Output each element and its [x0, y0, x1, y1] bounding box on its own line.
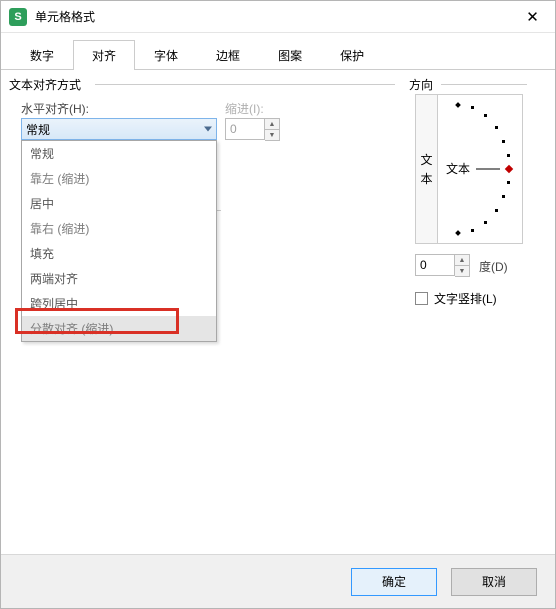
spin-down-icon[interactable]: ▼: [455, 265, 469, 276]
footer: 确定 取消: [1, 554, 555, 608]
indent-spinner[interactable]: ▲ ▼: [225, 118, 280, 141]
dd-option-distributed-indent[interactable]: 分散对齐 (缩进): [22, 316, 216, 341]
horizontal-align-combo[interactable]: 常规: [21, 118, 217, 140]
group-divider-3: [441, 84, 527, 85]
tab-number[interactable]: 数字: [11, 40, 73, 70]
degree-input[interactable]: [415, 254, 455, 276]
spin-up-icon[interactable]: ▲: [265, 119, 279, 129]
dd-option-center-across[interactable]: 跨列居中: [22, 291, 216, 316]
tab-pattern[interactable]: 图案: [259, 40, 321, 70]
dd-option-left-indent[interactable]: 靠左 (缩进): [22, 166, 216, 191]
orientation-dial[interactable]: 文本: [438, 95, 522, 243]
dd-option-center[interactable]: 居中: [22, 191, 216, 216]
spin-up-icon[interactable]: ▲: [455, 255, 469, 265]
indent-spin-buttons: ▲ ▼: [265, 118, 280, 141]
indent-label: 缩进(I):: [225, 100, 264, 117]
vertical-text-checkbox[interactable]: 文字竖排(L): [415, 290, 497, 307]
horizontal-align-label: 水平对齐(H):: [21, 100, 89, 117]
ok-button[interactable]: 确定: [351, 568, 437, 596]
tab-border[interactable]: 边框: [197, 40, 259, 70]
dd-option-general[interactable]: 常规: [22, 141, 216, 166]
vtext-char: 文: [420, 151, 432, 168]
orientation-box[interactable]: 文 本 文本: [415, 94, 523, 244]
tab-bar: 数字 对齐 字体 边框 图案 保护: [1, 33, 555, 70]
horizontal-align-dropdown[interactable]: 常规 靠左 (缩进) 居中 靠右 (缩进) 填充 两端对齐 跨列居中 分散对齐 …: [21, 140, 217, 342]
degree-label: 度(D): [479, 258, 508, 275]
dd-option-justify[interactable]: 两端对齐: [22, 266, 216, 291]
degree-spinner[interactable]: ▲ ▼: [415, 254, 470, 277]
app-icon: S: [9, 8, 27, 26]
vertical-text-checkbox-label: 文字竖排(L): [434, 290, 497, 307]
checkbox-box-icon: [415, 292, 428, 305]
group-divider: [95, 84, 395, 85]
chevron-down-icon: [204, 127, 212, 132]
degree-spin-buttons: ▲ ▼: [455, 254, 470, 277]
titlebar: S 单元格格式 ✕: [1, 1, 555, 33]
window-title: 单元格格式: [35, 8, 510, 25]
indent-input: [225, 118, 265, 140]
tab-protect[interactable]: 保护: [321, 40, 383, 70]
cancel-button[interactable]: 取消: [451, 568, 537, 596]
tab-align[interactable]: 对齐: [73, 40, 135, 70]
tab-font[interactable]: 字体: [135, 40, 197, 70]
dd-option-right-indent[interactable]: 靠右 (缩进): [22, 216, 216, 241]
orientation-group-label: 方向: [409, 76, 433, 93]
dial-center-text: 文本: [446, 161, 470, 176]
orientation-dial-svg: 文本: [438, 95, 524, 243]
client-area: 文本对齐方式 水平对齐(H): 缩进(I): 常规 ▲ ▼ 常规 靠左 (缩进)…: [1, 70, 555, 550]
horizontal-align-value: 常规: [26, 121, 50, 138]
text-align-group-label: 文本对齐方式: [9, 76, 81, 93]
dd-option-fill[interactable]: 填充: [22, 241, 216, 266]
vtext-char: 本: [420, 170, 432, 187]
close-icon[interactable]: ✕: [510, 2, 555, 32]
orientation-vertical-label[interactable]: 文 本: [416, 95, 438, 243]
spin-down-icon[interactable]: ▼: [265, 129, 279, 140]
